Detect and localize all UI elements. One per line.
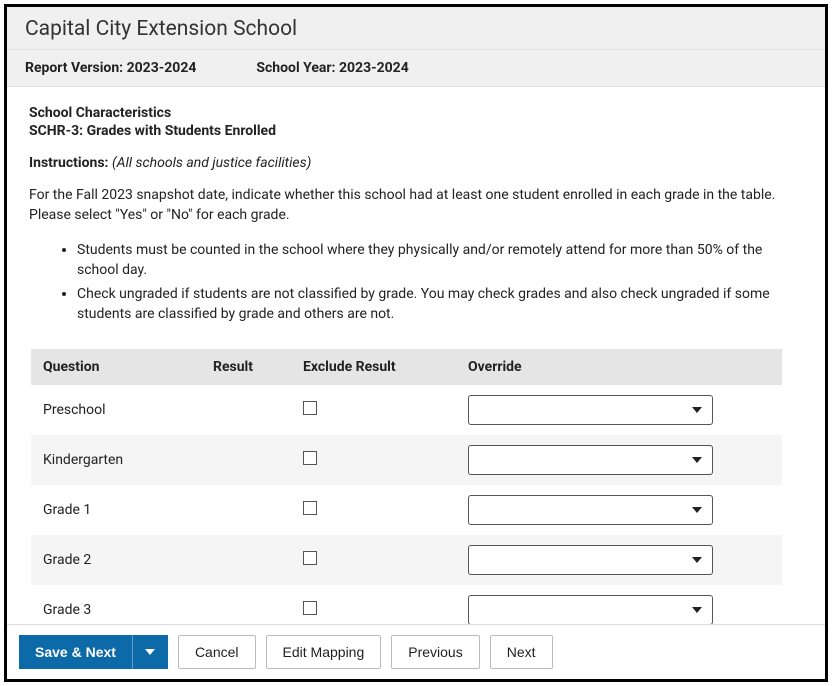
exclude-checkbox[interactable] — [303, 401, 317, 415]
meta-bar: Report Version: 2023-2024 School Year: 2… — [7, 50, 825, 87]
table-row: Grade 2 — [31, 535, 782, 585]
table-row: Grade 1 — [31, 485, 782, 535]
exclude-checkbox[interactable] — [303, 451, 317, 465]
cell-exclude — [291, 435, 456, 485]
caret-down-icon — [145, 649, 155, 655]
next-button[interactable]: Next — [490, 635, 553, 669]
override-select[interactable] — [468, 395, 713, 425]
section-category: School Characteristics — [29, 105, 803, 121]
grades-table: Question Result Exclude Result Override … — [31, 349, 782, 624]
exclude-checkbox[interactable] — [303, 551, 317, 565]
cancel-button[interactable]: Cancel — [178, 635, 256, 669]
school-year: School Year: 2023-2024 — [256, 60, 408, 76]
caret-down-icon — [692, 407, 702, 413]
school-year-value: 2023-2024 — [339, 60, 409, 76]
col-header-override: Override — [456, 349, 782, 385]
cell-result — [201, 485, 291, 535]
instructions-line: Instructions: (All schools and justice f… — [29, 155, 803, 171]
cell-question: Grade 3 — [31, 585, 201, 624]
edit-mapping-button[interactable]: Edit Mapping — [266, 635, 382, 669]
save-next-dropdown-button[interactable] — [132, 635, 168, 669]
bullet-item: Check ungraded if students are not class… — [77, 284, 803, 325]
header-bar: Capital City Extension School — [7, 7, 825, 50]
col-header-exclude: Exclude Result — [291, 349, 456, 385]
cell-override — [456, 485, 782, 535]
cell-result — [201, 585, 291, 624]
table-row: Preschool — [31, 385, 782, 435]
table-row: Kindergarten — [31, 435, 782, 485]
instructions-note: (All schools and justice facilities) — [112, 155, 311, 171]
override-select[interactable] — [468, 595, 713, 624]
caret-down-icon — [692, 507, 702, 513]
instructions-bullets: Students must be counted in the school w… — [29, 240, 803, 325]
cell-override — [456, 535, 782, 585]
cell-exclude — [291, 385, 456, 435]
caret-down-icon — [692, 607, 702, 613]
school-year-label: School Year: — [256, 60, 335, 76]
page-title: Capital City Extension School — [25, 17, 807, 41]
caret-down-icon — [692, 457, 702, 463]
table-row: Grade 3 — [31, 585, 782, 624]
cell-question: Preschool — [31, 385, 201, 435]
window: Capital City Extension School Report Ver… — [4, 4, 828, 682]
section-code-title: SCHR-3: Grades with Students Enrolled — [29, 123, 803, 139]
cell-question: Grade 1 — [31, 485, 201, 535]
content-area: School Characteristics SCHR-3: Grades wi… — [7, 87, 825, 624]
cell-override — [456, 385, 782, 435]
cell-exclude — [291, 585, 456, 624]
instructions-label: Instructions: — [29, 155, 108, 171]
save-next-button[interactable]: Save & Next — [19, 635, 132, 669]
override-select[interactable] — [468, 545, 713, 575]
previous-button[interactable]: Previous — [391, 635, 479, 669]
report-version-value: 2023-2024 — [127, 60, 197, 76]
cell-exclude — [291, 485, 456, 535]
cell-override — [456, 585, 782, 624]
save-next-group: Save & Next — [19, 635, 168, 669]
instructions-paragraph: For the Fall 2023 snapshot date, indicat… — [29, 185, 803, 226]
cell-exclude — [291, 535, 456, 585]
cell-override — [456, 435, 782, 485]
report-version-label: Report Version: — [25, 60, 123, 76]
bullet-item: Students must be counted in the school w… — [77, 240, 803, 281]
caret-down-icon — [692, 557, 702, 563]
col-header-result: Result — [201, 349, 291, 385]
footer-toolbar: Save & Next Cancel Edit Mapping Previous… — [7, 624, 825, 679]
exclude-checkbox[interactable] — [303, 501, 317, 515]
cell-result — [201, 435, 291, 485]
override-select[interactable] — [468, 495, 713, 525]
cell-result — [201, 535, 291, 585]
cell-result — [201, 385, 291, 435]
exclude-checkbox[interactable] — [303, 601, 317, 615]
override-select[interactable] — [468, 445, 713, 475]
cell-question: Grade 2 — [31, 535, 201, 585]
report-version: Report Version: 2023-2024 — [25, 60, 196, 76]
col-header-question: Question — [31, 349, 201, 385]
cell-question: Kindergarten — [31, 435, 201, 485]
